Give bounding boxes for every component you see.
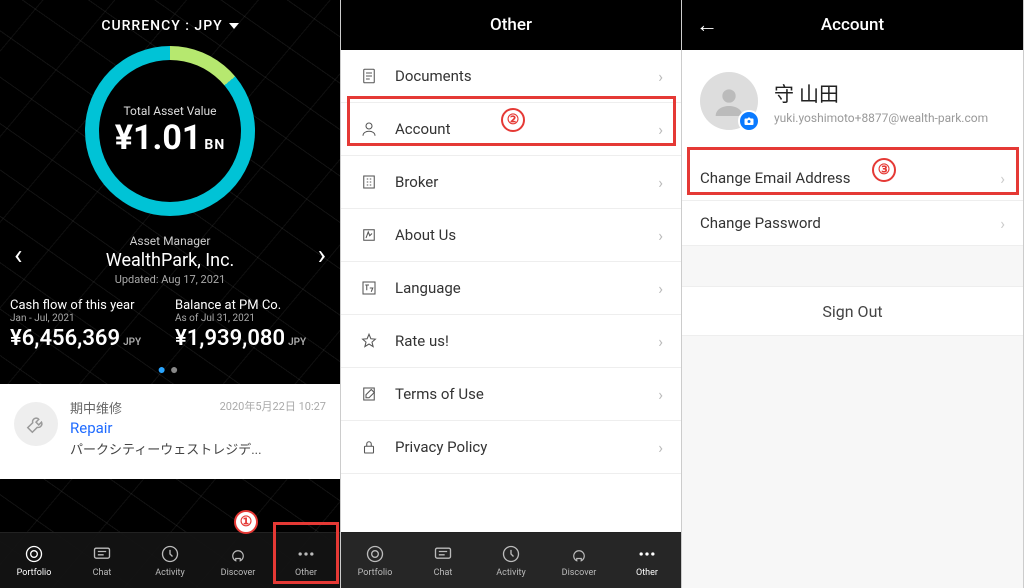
- chevron-right-icon: ›: [658, 438, 663, 457]
- header-title: Other: [490, 15, 532, 35]
- screen-portfolio: CURRENCY : JPY Total Asset Value ¥1.01 B…: [0, 0, 341, 588]
- tab-chat[interactable]: Chat: [68, 533, 136, 588]
- menu-terms[interactable]: Terms of Use ›: [341, 368, 681, 421]
- other-header: Other: [341, 0, 681, 50]
- portfolio-icon: [24, 543, 44, 565]
- tab-bar: Portfolio Chat Activity Discover Other: [0, 532, 340, 588]
- menu-documents[interactable]: Documents ›: [341, 50, 681, 103]
- documents-icon: [359, 66, 379, 86]
- balance-stat[interactable]: Balance at PM Co. As of Jul 31, 2021 ¥1,…: [175, 298, 330, 351]
- chevron-right-icon: ›: [658, 173, 663, 192]
- profile-name: 守 山田: [774, 78, 988, 107]
- chevron-down-icon: [229, 23, 239, 29]
- currency-label: CURRENCY : JPY: [101, 18, 222, 34]
- total-asset-label: Total Asset Value: [123, 104, 216, 118]
- portfolio-icon: [365, 543, 385, 565]
- tab-other[interactable]: Other: [613, 533, 681, 588]
- wrench-icon: [14, 402, 58, 446]
- tab-bar: Portfolio Chat Activity Discover Other: [341, 532, 681, 588]
- tab-activity[interactable]: Activity: [136, 533, 204, 588]
- terms-icon: [359, 384, 379, 404]
- screen-other: Other Documents › Account › Broker › Abo…: [341, 0, 682, 588]
- profile-block: 守 山田 yuki.yoshimoto+8877@wealth-park.com: [682, 50, 1023, 156]
- chevron-right-icon: ›: [658, 385, 663, 404]
- card-tag: 期中维修: [70, 398, 122, 417]
- prev-manager-button[interactable]: ‹: [14, 238, 22, 271]
- activity-icon: [160, 543, 180, 565]
- cashflow-stat[interactable]: Cash flow of this year Jan - Jul, 2021 ¥…: [10, 298, 165, 351]
- broker-icon: [359, 172, 379, 192]
- tab-portfolio[interactable]: Portfolio: [0, 533, 68, 588]
- screen-account: ← Account 守 山田 yuki.yoshimoto+8877@wealt…: [682, 0, 1024, 588]
- chat-icon: [433, 543, 453, 565]
- lock-icon: [359, 437, 379, 457]
- account-icon: [359, 119, 379, 139]
- callout-number-3: ③: [872, 158, 896, 182]
- total-asset-donut: Total Asset Value ¥1.01 BN: [85, 46, 255, 216]
- page-dots: ●●: [0, 359, 340, 384]
- card-title: Repair: [70, 419, 326, 437]
- manager-name: WealthPark, Inc.: [0, 250, 340, 271]
- more-icon: [636, 543, 658, 565]
- next-manager-button[interactable]: ›: [318, 238, 326, 271]
- card-date: 2020年5月22日 10:27: [220, 398, 326, 417]
- menu-language[interactable]: Language ›: [341, 262, 681, 315]
- account-header: ← Account: [682, 0, 1023, 50]
- change-password[interactable]: Change Password ›: [682, 201, 1023, 246]
- chevron-right-icon: ›: [1000, 169, 1005, 188]
- avatar[interactable]: [700, 72, 758, 130]
- change-email[interactable]: Change Email Address ›: [682, 156, 1023, 201]
- tab-discover[interactable]: Discover: [204, 533, 272, 588]
- about-icon: [359, 225, 379, 245]
- currency-selector[interactable]: CURRENCY : JPY: [0, 0, 340, 34]
- profile-email: yuki.yoshimoto+8877@wealth-park.com: [774, 111, 988, 125]
- total-asset-value: ¥1.01: [115, 118, 202, 158]
- total-asset-suffix: BN: [204, 137, 225, 153]
- back-button[interactable]: ←: [696, 12, 718, 38]
- tab-activity[interactable]: Activity: [477, 533, 545, 588]
- sign-out-button[interactable]: Sign Out: [682, 286, 1023, 336]
- tab-discover[interactable]: Discover: [545, 533, 613, 588]
- tab-chat[interactable]: Chat: [409, 533, 477, 588]
- callout-number-1: ①: [234, 510, 258, 534]
- callout-number-2: ②: [501, 108, 525, 132]
- chevron-right-icon: ›: [1000, 214, 1005, 233]
- menu-privacy[interactable]: Privacy Policy ›: [341, 421, 681, 474]
- more-icon: [295, 543, 317, 565]
- header-title: Account: [821, 15, 884, 35]
- menu-broker[interactable]: Broker ›: [341, 156, 681, 209]
- discover-icon: [229, 543, 247, 565]
- menu-rate[interactable]: Rate us! ›: [341, 315, 681, 368]
- language-icon: [359, 278, 379, 298]
- chevron-right-icon: ›: [658, 67, 663, 86]
- menu-about[interactable]: About Us ›: [341, 209, 681, 262]
- chat-icon: [92, 543, 112, 565]
- camera-icon: [738, 110, 760, 132]
- tab-portfolio[interactable]: Portfolio: [341, 533, 409, 588]
- activity-icon: [501, 543, 521, 565]
- discover-icon: [570, 543, 588, 565]
- manager-label: Asset Manager: [0, 234, 340, 248]
- chevron-right-icon: ›: [658, 120, 663, 139]
- activity-card[interactable]: 期中维修 2020年5月22日 10:27 Repair パークシティーウェスト…: [0, 384, 340, 479]
- chevron-right-icon: ›: [658, 226, 663, 245]
- manager-updated: Updated: Aug 17, 2021: [0, 273, 340, 286]
- star-icon: [359, 331, 379, 351]
- chevron-right-icon: ›: [658, 279, 663, 298]
- chevron-right-icon: ›: [658, 332, 663, 351]
- card-subtitle: パークシティーウェストレジデ...: [70, 439, 326, 458]
- tab-other[interactable]: Other: [272, 533, 340, 588]
